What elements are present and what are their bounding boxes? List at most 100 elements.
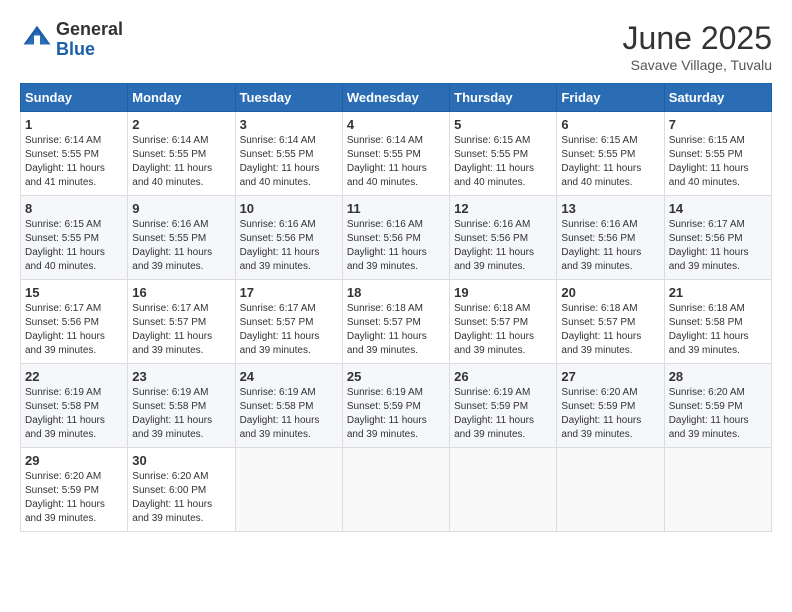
calendar-day-cell: 8 Sunrise: 6:15 AM Sunset: 5:55 PM Dayli… <box>21 196 128 280</box>
day-number: 3 <box>240 117 338 132</box>
calendar-week-2: 8 Sunrise: 6:15 AM Sunset: 5:55 PM Dayli… <box>21 196 772 280</box>
calendar-day-cell: 9 Sunrise: 6:16 AM Sunset: 5:55 PM Dayli… <box>128 196 235 280</box>
calendar-day-cell: 24 Sunrise: 6:19 AM Sunset: 5:58 PM Dayl… <box>235 364 342 448</box>
calendar-day-cell: 14 Sunrise: 6:17 AM Sunset: 5:56 PM Dayl… <box>664 196 771 280</box>
day-info: Sunrise: 6:14 AM Sunset: 5:55 PM Dayligh… <box>132 134 230 190</box>
calendar-day-cell: 7 Sunrise: 6:15 AM Sunset: 5:55 PM Dayli… <box>664 112 771 196</box>
calendar-day-cell: 22 Sunrise: 6:19 AM Sunset: 5:58 PM Dayl… <box>21 364 128 448</box>
day-number: 26 <box>454 369 552 384</box>
day-info: Sunrise: 6:16 AM Sunset: 5:56 PM Dayligh… <box>240 218 338 274</box>
calendar-day-cell: 6 Sunrise: 6:15 AM Sunset: 5:55 PM Dayli… <box>557 112 664 196</box>
day-number: 19 <box>454 285 552 300</box>
calendar-day-cell: 17 Sunrise: 6:17 AM Sunset: 5:57 PM Dayl… <box>235 280 342 364</box>
title-block: June 2025 Savave Village, Tuvalu <box>623 20 772 73</box>
logo-general-text: General <box>56 19 123 39</box>
calendar-day-cell: 11 Sunrise: 6:16 AM Sunset: 5:56 PM Dayl… <box>342 196 449 280</box>
calendar-day-cell: 5 Sunrise: 6:15 AM Sunset: 5:55 PM Dayli… <box>450 112 557 196</box>
calendar-day-cell: 19 Sunrise: 6:18 AM Sunset: 5:57 PM Dayl… <box>450 280 557 364</box>
day-info: Sunrise: 6:17 AM Sunset: 5:56 PM Dayligh… <box>25 302 123 358</box>
logo-icon <box>22 22 52 52</box>
day-info: Sunrise: 6:20 AM Sunset: 5:59 PM Dayligh… <box>25 470 123 526</box>
day-info: Sunrise: 6:18 AM Sunset: 5:57 PM Dayligh… <box>454 302 552 358</box>
day-info: Sunrise: 6:19 AM Sunset: 5:59 PM Dayligh… <box>454 386 552 442</box>
day-number: 8 <box>25 201 123 216</box>
calendar-day-cell: 1 Sunrise: 6:14 AM Sunset: 5:55 PM Dayli… <box>21 112 128 196</box>
day-number: 14 <box>669 201 767 216</box>
calendar-day-cell <box>235 448 342 532</box>
calendar-day-cell: 18 Sunrise: 6:18 AM Sunset: 5:57 PM Dayl… <box>342 280 449 364</box>
day-info: Sunrise: 6:19 AM Sunset: 5:58 PM Dayligh… <box>240 386 338 442</box>
day-number: 27 <box>561 369 659 384</box>
calendar-day-cell: 20 Sunrise: 6:18 AM Sunset: 5:57 PM Dayl… <box>557 280 664 364</box>
calendar-day-cell: 2 Sunrise: 6:14 AM Sunset: 5:55 PM Dayli… <box>128 112 235 196</box>
day-info: Sunrise: 6:14 AM Sunset: 5:55 PM Dayligh… <box>240 134 338 190</box>
day-number: 2 <box>132 117 230 132</box>
day-number: 12 <box>454 201 552 216</box>
calendar-week-4: 22 Sunrise: 6:19 AM Sunset: 5:58 PM Dayl… <box>21 364 772 448</box>
weekday-header-saturday: Saturday <box>664 84 771 112</box>
day-number: 22 <box>25 369 123 384</box>
logo-blue-text: Blue <box>56 39 95 59</box>
calendar-day-cell <box>450 448 557 532</box>
day-number: 21 <box>669 285 767 300</box>
day-info: Sunrise: 6:19 AM Sunset: 5:59 PM Dayligh… <box>347 386 445 442</box>
calendar-week-1: 1 Sunrise: 6:14 AM Sunset: 5:55 PM Dayli… <box>21 112 772 196</box>
calendar-week-3: 15 Sunrise: 6:17 AM Sunset: 5:56 PM Dayl… <box>21 280 772 364</box>
day-info: Sunrise: 6:16 AM Sunset: 5:55 PM Dayligh… <box>132 218 230 274</box>
day-info: Sunrise: 6:14 AM Sunset: 5:55 PM Dayligh… <box>347 134 445 190</box>
weekday-header-row: SundayMondayTuesdayWednesdayThursdayFrid… <box>21 84 772 112</box>
calendar-day-cell: 12 Sunrise: 6:16 AM Sunset: 5:56 PM Dayl… <box>450 196 557 280</box>
day-number: 28 <box>669 369 767 384</box>
day-info: Sunrise: 6:18 AM Sunset: 5:58 PM Dayligh… <box>669 302 767 358</box>
calendar-day-cell: 4 Sunrise: 6:14 AM Sunset: 5:55 PM Dayli… <box>342 112 449 196</box>
weekday-header-tuesday: Tuesday <box>235 84 342 112</box>
weekday-header-friday: Friday <box>557 84 664 112</box>
day-info: Sunrise: 6:20 AM Sunset: 5:59 PM Dayligh… <box>669 386 767 442</box>
day-number: 5 <box>454 117 552 132</box>
day-number: 15 <box>25 285 123 300</box>
day-number: 7 <box>669 117 767 132</box>
calendar-day-cell: 25 Sunrise: 6:19 AM Sunset: 5:59 PM Dayl… <box>342 364 449 448</box>
day-info: Sunrise: 6:15 AM Sunset: 5:55 PM Dayligh… <box>561 134 659 190</box>
calendar-day-cell: 21 Sunrise: 6:18 AM Sunset: 5:58 PM Dayl… <box>664 280 771 364</box>
logo: General Blue <box>20 20 123 60</box>
calendar-day-cell: 10 Sunrise: 6:16 AM Sunset: 5:56 PM Dayl… <box>235 196 342 280</box>
day-number: 24 <box>240 369 338 384</box>
calendar-day-cell: 28 Sunrise: 6:20 AM Sunset: 5:59 PM Dayl… <box>664 364 771 448</box>
calendar-day-cell: 13 Sunrise: 6:16 AM Sunset: 5:56 PM Dayl… <box>557 196 664 280</box>
calendar-day-cell: 15 Sunrise: 6:17 AM Sunset: 5:56 PM Dayl… <box>21 280 128 364</box>
day-number: 4 <box>347 117 445 132</box>
day-info: Sunrise: 6:15 AM Sunset: 5:55 PM Dayligh… <box>669 134 767 190</box>
day-info: Sunrise: 6:16 AM Sunset: 5:56 PM Dayligh… <box>454 218 552 274</box>
day-info: Sunrise: 6:16 AM Sunset: 5:56 PM Dayligh… <box>561 218 659 274</box>
day-info: Sunrise: 6:17 AM Sunset: 5:57 PM Dayligh… <box>240 302 338 358</box>
calendar-week-5: 29 Sunrise: 6:20 AM Sunset: 5:59 PM Dayl… <box>21 448 772 532</box>
day-info: Sunrise: 6:16 AM Sunset: 5:56 PM Dayligh… <box>347 218 445 274</box>
day-number: 6 <box>561 117 659 132</box>
location-subtitle: Savave Village, Tuvalu <box>623 57 772 73</box>
day-info: Sunrise: 6:17 AM Sunset: 5:57 PM Dayligh… <box>132 302 230 358</box>
day-number: 16 <box>132 285 230 300</box>
weekday-header-thursday: Thursday <box>450 84 557 112</box>
calendar-day-cell: 30 Sunrise: 6:20 AM Sunset: 6:00 PM Dayl… <box>128 448 235 532</box>
day-info: Sunrise: 6:19 AM Sunset: 5:58 PM Dayligh… <box>132 386 230 442</box>
calendar-day-cell <box>557 448 664 532</box>
calendar-day-cell: 23 Sunrise: 6:19 AM Sunset: 5:58 PM Dayl… <box>128 364 235 448</box>
weekday-header-monday: Monday <box>128 84 235 112</box>
month-title: June 2025 <box>623 20 772 57</box>
calendar-day-cell: 16 Sunrise: 6:17 AM Sunset: 5:57 PM Dayl… <box>128 280 235 364</box>
page-header: General Blue June 2025 Savave Village, T… <box>20 20 772 73</box>
day-number: 23 <box>132 369 230 384</box>
day-info: Sunrise: 6:18 AM Sunset: 5:57 PM Dayligh… <box>561 302 659 358</box>
day-info: Sunrise: 6:14 AM Sunset: 5:55 PM Dayligh… <box>25 134 123 190</box>
day-number: 29 <box>25 453 123 468</box>
day-info: Sunrise: 6:19 AM Sunset: 5:58 PM Dayligh… <box>25 386 123 442</box>
day-number: 1 <box>25 117 123 132</box>
day-number: 13 <box>561 201 659 216</box>
day-number: 18 <box>347 285 445 300</box>
day-number: 10 <box>240 201 338 216</box>
calendar-day-cell <box>664 448 771 532</box>
day-number: 25 <box>347 369 445 384</box>
day-info: Sunrise: 6:15 AM Sunset: 5:55 PM Dayligh… <box>454 134 552 190</box>
day-number: 11 <box>347 201 445 216</box>
